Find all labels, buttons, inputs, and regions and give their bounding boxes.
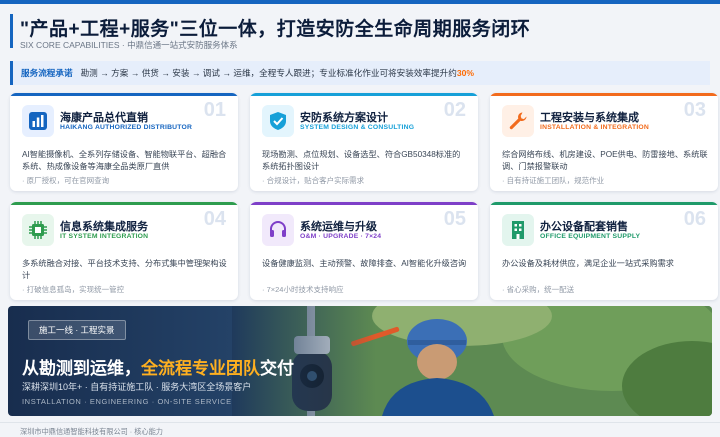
card-title: 系统运维与升级 [300,221,377,233]
card-subtitle-en: O&M · UPGRADE · 7×24 [300,233,382,240]
card-accent-bar [10,93,238,96]
page-subtitle: SIX CORE CAPABILITIES · 中鼎信通一站式安防服务体系 [20,40,238,50]
service-flow-bar: 服务流程承诺 勘测 → 方案 → 供货 → 安装 → 调试 → 运维，全程专人跟… [10,61,710,85]
capability-card-om: 系统运维与升级 O&M · UPGRADE · 7×24 05 设备健康监测、主… [250,202,478,300]
card-note: · 原厂授权，可在官网查询 [22,176,110,185]
capability-card-office: 办公设备配套销售 OFFICE EQUIPMENT SUPPLY 06 办公设备… [490,202,718,300]
card-title: 办公设备配套销售 [540,221,628,233]
card-note: · 合规设计，贴合客户实际需求 [262,176,365,185]
top-accent-bar [0,0,720,4]
card-number: 01 [203,99,226,121]
card-subtitle-en: OFFICE EQUIPMENT SUPPLY [540,233,641,240]
card-subtitle-en: HAIKANG AUTHORIZED DISTRIBUTOR [60,124,193,131]
card-description: AI智能摄像机、全系列存储设备、智能物联平台、超融合系统、热成像设备等海康全品类… [22,150,227,171]
chip-icon [22,214,54,246]
shield-icon [262,105,294,137]
banner-title-end: 交付 [260,359,294,378]
card-description: 综合网络布线、机房建设、POE供电、防雷接地、系统联调、门禁报警联动 [502,150,708,171]
footer-divider [0,422,720,423]
banner-title-highlight: 全流程专业团队 [141,359,260,378]
card-subtitle-en: IT SYSTEM INTEGRATION [60,233,149,240]
banner-subtitle: 深耕深圳10年+ · 自有持证施工队 · 服务大湾区全场景客户 [22,382,252,392]
card-title: 安防系统方案设计 [300,112,388,124]
flow-text: 勘测 → 方案 → 供货 → 安装 → 调试 → 运维，全程专人跟进；专业标准化… [80,68,457,78]
card-number: 06 [683,208,706,230]
wrench-icon [502,105,534,137]
card-number: 03 [683,99,706,121]
card-note: · 打破信息孤岛，实现统一管控 [22,285,125,294]
flow-label: 服务流程承诺 [21,68,73,78]
building-icon [502,214,534,246]
bar-chart-icon [22,105,54,137]
card-title: 工程安装与系统集成 [540,112,639,124]
headset-icon [262,214,294,246]
card-title: 海康产品总代直销 [60,112,148,124]
card-description: 设备健康监测、主动预警、故障排查、AI智能化升级咨询 [262,259,467,268]
card-note: · 省心采购，统一配送 [502,285,575,294]
capability-card-integration: 信息系统集成服务 IT SYSTEM INTEGRATION 04 多系统融合对… [10,202,238,300]
footer-text: 深圳市中鼎信通智能科技有限公司 · 核心能力 [20,427,163,436]
card-description: 现场勘测、点位规划、设备选型、符合GB50348标准的系统拓扑图设计 [262,150,461,171]
card-number: 02 [443,99,466,121]
banner-title-main: 从勘测到运维， [22,359,141,378]
capability-card-design: 安防系统方案设计 SYSTEM DESIGN & CONSULTING 02 现… [250,93,478,191]
capability-card-distributor: 海康产品总代直销 HAIKANG AUTHORIZED DISTRIBUTOR … [10,93,238,191]
flow-highlight: 30% [456,68,475,78]
card-accent-bar [490,202,718,205]
card-number: 04 [203,208,226,230]
title-accent-mark [10,14,13,48]
card-accent-bar [10,202,238,205]
card-description: 办公设备及耗材供应，满足企业一站式采购需求 [502,259,674,268]
card-subtitle-en: SYSTEM DESIGN & CONSULTING [300,124,415,131]
card-accent-bar [250,93,478,96]
card-note: · 7×24小时技术支持响应 [262,285,344,294]
field-photo [232,306,712,416]
card-accent-bar [490,93,718,96]
card-accent-bar [250,202,478,205]
card-title: 信息系统集成服务 [60,221,148,233]
card-number: 05 [443,208,466,230]
banner-tag: 施工一线 · 工程实景 [28,320,126,340]
card-note: · 自有持证施工团队，规范作业 [502,176,605,185]
banner-title: 从勘测到运维，全流程专业团队交付 [22,354,294,379]
card-subtitle-en: INSTALLATION & INTEGRATION [540,124,650,131]
field-work-banner: 施工一线 · 工程实景 从勘测到运维，全流程专业团队交付 深耕深圳10年+ · … [8,306,712,416]
capability-card-installation: 工程安装与系统集成 INSTALLATION & INTEGRATION 03 … [490,93,718,191]
page-title: "产品+工程+服务"三位一体，打造安防全生命周期服务闭环 [20,19,531,40]
card-description: 多系统融合对接、平台技术支持、分布式集中管理架构设计 [22,259,227,280]
banner-subtitle-en: INSTALLATION · ENGINEERING · ON-SITE SER… [22,397,232,406]
